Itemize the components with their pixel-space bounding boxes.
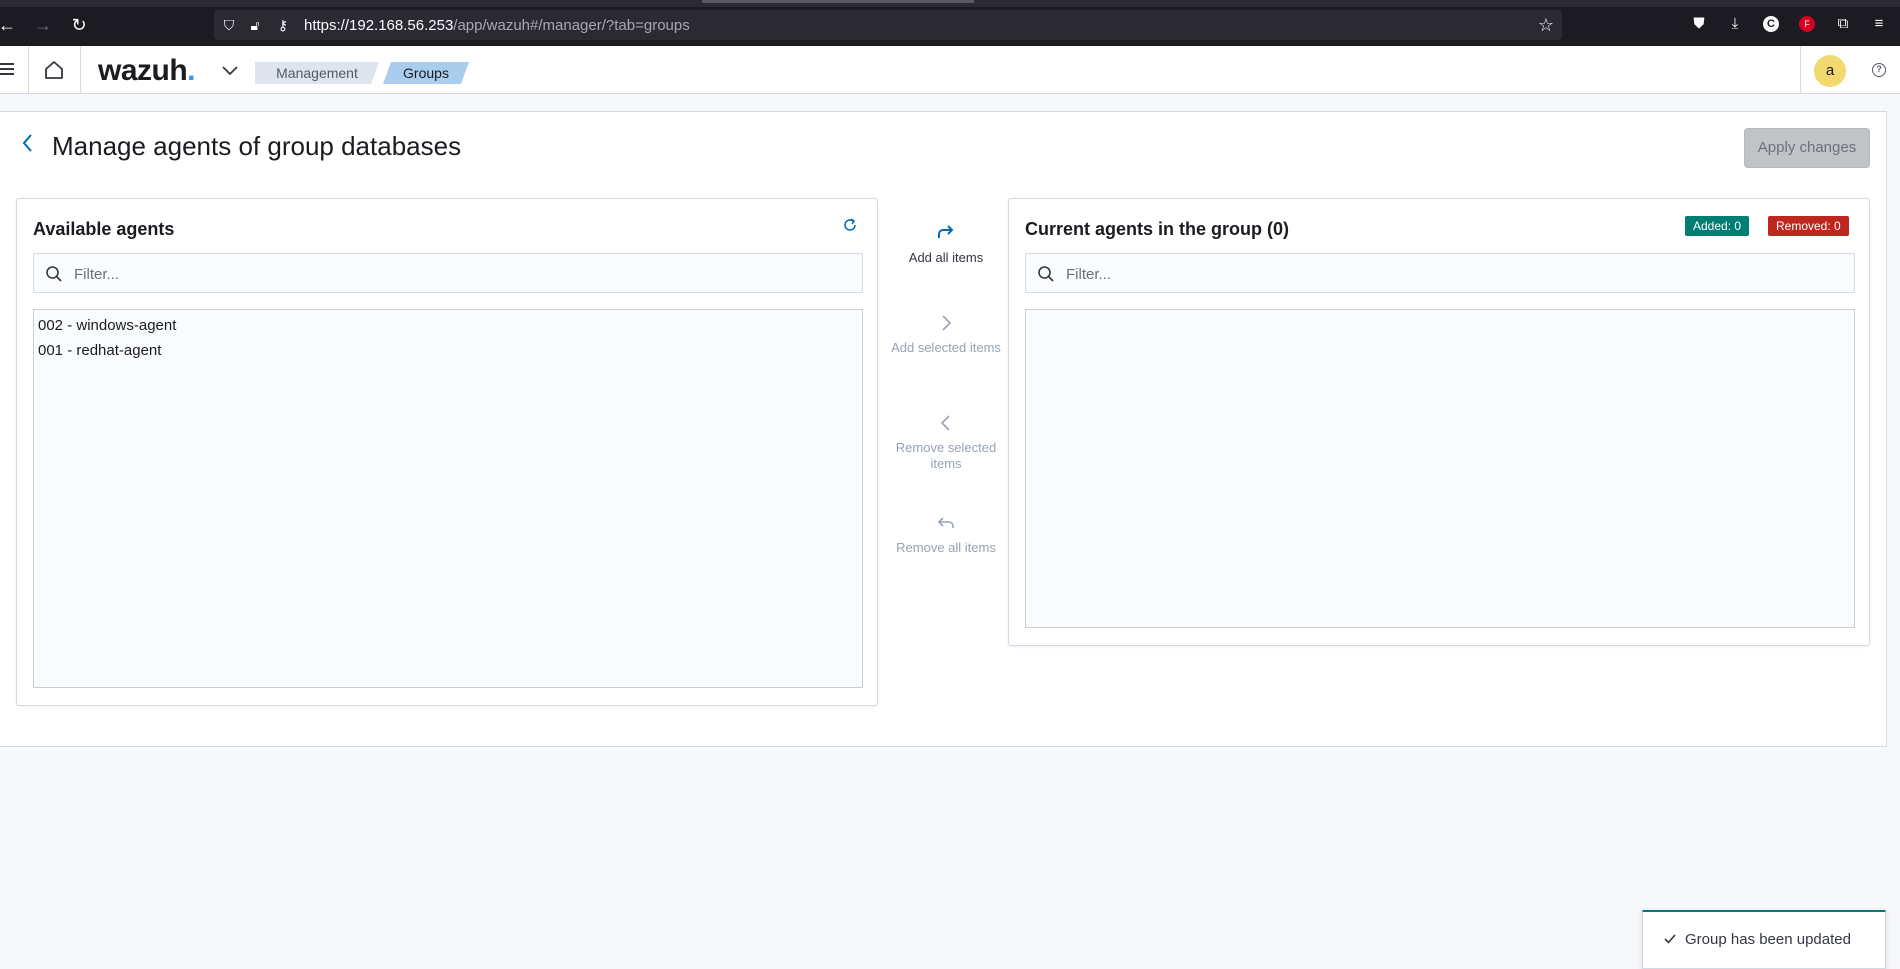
remove-all-button[interactable]: Remove all items [888, 512, 1004, 556]
undo-icon [937, 517, 954, 528]
header-divider [1800, 46, 1801, 94]
key-icon[interactable]: ⚷ [274, 16, 292, 34]
url-bar[interactable]: ⛉ 🔓︎ ⚷ https://192.168.56.253/app/wazuh#… [214, 10, 1562, 40]
refresh-icon[interactable] [842, 217, 858, 233]
breadcrumb-groups: Groups [383, 62, 469, 84]
share-icon [938, 225, 954, 238]
page-title: Manage agents of group databases [52, 131, 462, 161]
lock-icon[interactable]: 🔓︎ [246, 16, 264, 34]
chevron-right-icon [942, 315, 952, 331]
remove-all-label: Remove all items [896, 540, 996, 555]
forward-icon[interactable]: → [32, 14, 54, 36]
chevron-down-icon[interactable] [220, 60, 240, 80]
reload-icon[interactable]: ↻ [68, 14, 90, 36]
current-agents-list[interactable] [1025, 309, 1855, 628]
breadcrumb-management[interactable]: Management [255, 62, 379, 84]
app-header: wazuh. Management Groups [0, 46, 1900, 94]
current-filter [1025, 253, 1855, 293]
header-divider [80, 46, 81, 94]
header-divider [28, 46, 29, 94]
help-icon[interactable]: ? [1872, 63, 1886, 77]
menu-icon[interactable]: ≡ [1868, 13, 1890, 35]
remove-selected-label: Remove selected items [895, 440, 997, 471]
current-agents-title: Current agents in the group (0) [1025, 219, 1290, 239]
check-icon [1664, 934, 1676, 944]
toast-message: Group has been updated [1685, 931, 1851, 948]
download-icon[interactable]: ⤓ [1724, 13, 1746, 35]
url-text[interactable]: https://192.168.56.253/app/wazuh#/manage… [304, 17, 690, 34]
available-agents-title: Available agents [33, 219, 175, 239]
added-count-badge: Added: 0 [1685, 216, 1750, 236]
add-selected-label: Add selected items [891, 340, 1001, 355]
toast-notification[interactable]: Group has been updated [1642, 910, 1886, 969]
remove-selected-button[interactable]: Remove selected items [888, 412, 1004, 472]
extension-red-icon[interactable]: F [1799, 16, 1815, 32]
add-all-label: Add all items [908, 250, 984, 265]
available-agents-list[interactable]: 002 - windows-agent 001 - redhat-agent [33, 309, 863, 688]
list-item[interactable]: 002 - windows-agent [34, 313, 862, 338]
current-filter-input[interactable] [1066, 262, 1826, 286]
add-all-button[interactable]: Add all items [888, 222, 1004, 266]
shield-icon[interactable]: ⛉ [220, 16, 238, 34]
star-icon[interactable]: ☆ [1538, 15, 1554, 36]
side-nav-toggle-icon[interactable] [0, 60, 16, 78]
tab-strip [0, 0, 1900, 7]
add-selected-button[interactable]: Add selected items [888, 312, 1004, 356]
available-agents-panel: Available agents 002 - windows-agent 001… [16, 198, 878, 706]
back-icon[interactable]: ← [0, 14, 18, 36]
browser-toolbar: ← → ↻ ⛉ 🔓︎ ⚷ https://192.168.56.253/app/… [0, 0, 1900, 46]
extension-icon[interactable]: ⧉ [1832, 13, 1854, 35]
avatar[interactable]: a [1814, 55, 1846, 87]
removed-count-badge: Removed: 0 [1768, 216, 1849, 236]
active-tab-indicator[interactable] [702, 0, 974, 3]
chevron-left-icon [940, 415, 950, 431]
apply-changes-button[interactable]: Apply changes [1744, 128, 1870, 168]
available-filter-input[interactable] [74, 262, 834, 286]
extension-c-icon[interactable]: C [1763, 16, 1779, 32]
pocket-icon[interactable]: ⛊ [1688, 13, 1710, 35]
list-item[interactable]: 001 - redhat-agent [34, 338, 862, 363]
available-filter [33, 253, 863, 293]
search-icon [1038, 266, 1054, 282]
current-agents-panel: Current agents in the group (0) Added: 0… [1008, 198, 1870, 646]
wazuh-logo[interactable]: wazuh. [98, 54, 196, 88]
home-icon[interactable] [42, 58, 66, 82]
search-icon [46, 266, 62, 282]
back-arrow-icon[interactable] [18, 130, 38, 156]
